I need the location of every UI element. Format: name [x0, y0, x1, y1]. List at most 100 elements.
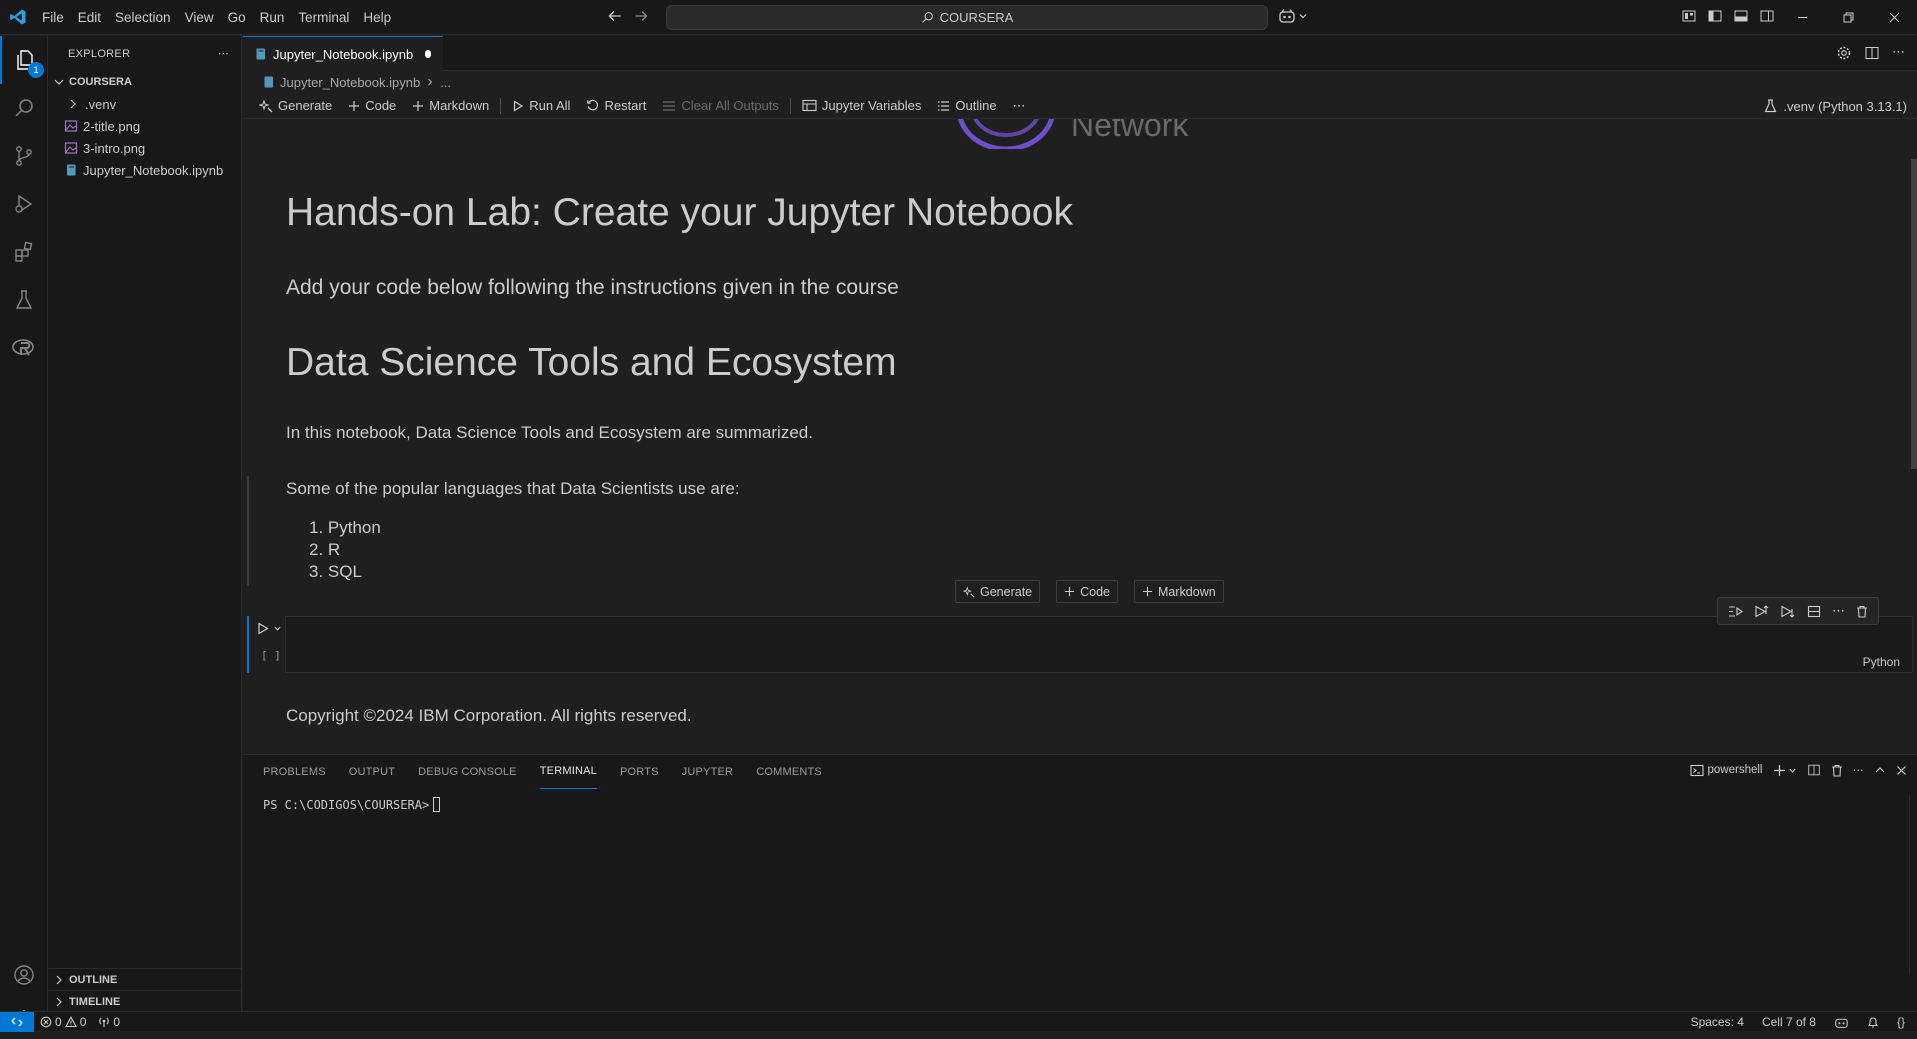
close-window-icon[interactable]: [1871, 0, 1917, 35]
explorer-icon[interactable]: 1: [0, 36, 48, 84]
kernel-label: .venv (Python 3.13.1): [1783, 98, 1907, 114]
insert-markdown-button[interactable]: Markdown: [1134, 580, 1224, 603]
menu-go[interactable]: Go: [221, 0, 253, 35]
menu-run[interactable]: Run: [253, 0, 292, 35]
search-view-icon[interactable]: [0, 84, 48, 132]
cell-language-label[interactable]: Python: [1863, 655, 1900, 669]
insert-generate-button[interactable]: Generate: [955, 580, 1041, 603]
testing-flask-icon[interactable]: [0, 276, 48, 324]
ports-status[interactable]: 0: [92, 1015, 126, 1029]
tab-jupyter-notebook[interactable]: Jupyter_Notebook.ipynb: [243, 36, 443, 71]
menu-help[interactable]: Help: [356, 0, 398, 35]
clear-all-outputs-button[interactable]: Clear All Outputs: [654, 95, 787, 117]
outline-header[interactable]: OUTLINE: [48, 969, 242, 991]
source-control-icon[interactable]: [0, 132, 48, 180]
notebook-scrollbar[interactable]: [1911, 159, 1917, 469]
menu-file[interactable]: File: [35, 0, 71, 35]
tab-terminal[interactable]: TERMINAL: [539, 755, 597, 789]
chevron-down-icon[interactable]: [1788, 766, 1797, 775]
toolbar-more-button[interactable]: ⋯: [1005, 95, 1034, 117]
run-by-line-icon[interactable]: [1728, 605, 1743, 618]
delete-cell-trash-icon[interactable]: [1856, 605, 1868, 618]
more-actions-icon[interactable]: ⋯: [1853, 763, 1865, 777]
copilot-status-icon[interactable]: [1828, 1016, 1855, 1029]
tree-item-venv[interactable]: .venv: [48, 93, 241, 115]
run-all-button[interactable]: Run All: [504, 95, 578, 117]
code-cell-focus-indicator: [247, 616, 249, 673]
notebook-settings-gear-icon[interactable]: [1836, 45, 1852, 61]
chevron-down-icon[interactable]: [273, 624, 282, 633]
tab-comments[interactable]: COMMENTS: [756, 755, 822, 789]
run-cell-button[interactable]: [257, 622, 282, 635]
tab-debug-console[interactable]: DEBUG CONSOLE: [418, 755, 517, 789]
kernel-picker[interactable]: .venv (Python 3.13.1): [1764, 96, 1907, 116]
toggle-secondary-sidebar-icon[interactable]: [1759, 8, 1775, 24]
menu-edit[interactable]: Edit: [71, 0, 108, 35]
notebook-toolbar: Generate Code Markdown Run All Restart C…: [243, 93, 1917, 119]
unsaved-dot-icon[interactable]: [425, 50, 431, 58]
toggle-primary-sidebar-icon[interactable]: [1707, 8, 1723, 24]
breadcrumb-more[interactable]: ...: [440, 75, 451, 90]
chevron-right-icon: [66, 97, 80, 111]
chevron-down-icon: [52, 75, 66, 89]
more-actions-icon[interactable]: ⋯: [1832, 603, 1845, 619]
code-cell: [ ] Python ⋯: [247, 597, 1913, 673]
generate-button[interactable]: Generate: [251, 95, 340, 117]
tab-jupyter[interactable]: JUPYTER: [682, 755, 734, 789]
kill-terminal-trash-icon[interactable]: [1831, 764, 1843, 777]
run-debug-icon[interactable]: [0, 180, 48, 228]
add-markdown-cell-button[interactable]: Markdown: [404, 95, 497, 117]
tree-item-2-title[interactable]: 2-title.png: [48, 115, 241, 137]
command-center-search[interactable]: COURSERA: [666, 5, 1268, 30]
notifications-bell-icon[interactable]: [1861, 1016, 1885, 1029]
terminal-output[interactable]: PS C:\CODIGOS\COURSERA>: [263, 797, 441, 812]
more-actions-icon[interactable]: ⋯: [1892, 45, 1905, 61]
language-braces-status[interactable]: {}: [1891, 1015, 1911, 1029]
breadcrumb-file[interactable]: Jupyter_Notebook.ipynb: [280, 75, 420, 90]
restore-icon[interactable]: [1825, 0, 1871, 35]
outline-button[interactable]: Outline: [929, 95, 1004, 117]
tab-problems[interactable]: PROBLEMS: [263, 755, 326, 789]
restart-kernel-button[interactable]: Restart: [578, 95, 654, 117]
terminal-shell-selector[interactable]: powershell: [1689, 764, 1763, 777]
split-editor-icon[interactable]: [1864, 45, 1880, 61]
jupyter-variables-button[interactable]: Jupyter Variables: [794, 95, 929, 117]
insert-code-button[interactable]: Code: [1056, 580, 1119, 603]
maximize-panel-chevron-up-icon[interactable]: [1874, 764, 1886, 776]
split-terminal-icon[interactable]: [1807, 763, 1821, 777]
execute-above-icon[interactable]: [1754, 604, 1769, 618]
menu-selection[interactable]: Selection: [108, 0, 178, 35]
execute-below-icon[interactable]: [1780, 605, 1795, 618]
tab-output[interactable]: OUTPUT: [349, 755, 395, 789]
remote-indicator-icon[interactable]: [0, 1011, 34, 1032]
back-arrow-icon[interactable]: [606, 7, 624, 25]
forward-arrow-icon[interactable]: [632, 7, 650, 25]
toggle-panel-icon[interactable]: [1733, 8, 1749, 24]
tab-ports[interactable]: PORTS: [620, 755, 659, 789]
tree-item-notebook[interactable]: Jupyter_Notebook.ipynb: [48, 159, 241, 181]
customize-layout-icon[interactable]: [1681, 8, 1697, 24]
insert-generate-label: Generate: [980, 584, 1033, 599]
menu-view[interactable]: View: [178, 0, 221, 35]
tree-item-3-intro[interactable]: 3-intro.png: [48, 137, 241, 159]
more-actions-icon[interactable]: ⋯: [218, 47, 229, 60]
extensions-icon[interactable]: [0, 228, 48, 276]
timeline-header[interactable]: TIMELINE: [48, 991, 242, 1013]
folder-header[interactable]: COURSERA: [48, 71, 241, 93]
add-code-cell-button[interactable]: Code: [340, 95, 404, 117]
r-extension-icon[interactable]: [0, 324, 48, 372]
terminal-scrollbar[interactable]: [1909, 795, 1917, 975]
title-bar: File Edit Selection View Go Run Terminal…: [0, 0, 1917, 35]
code-cell-editor[interactable]: Python: [285, 616, 1913, 673]
menu-terminal[interactable]: Terminal: [291, 0, 356, 35]
notebook-editor: Network Hands-on Lab: Create your Jupyte…: [243, 119, 1917, 754]
minimize-icon[interactable]: [1779, 0, 1825, 35]
account-icon[interactable]: [0, 951, 48, 999]
new-terminal-plus-icon[interactable]: [1773, 764, 1786, 777]
close-panel-icon[interactable]: [1896, 765, 1907, 776]
split-cell-icon[interactable]: [1807, 605, 1821, 618]
indentation-status[interactable]: Spaces: 4: [1685, 1015, 1750, 1029]
cell-position-status[interactable]: Cell 7 of 8: [1756, 1015, 1822, 1029]
copilot-button[interactable]: [1278, 8, 1308, 24]
problems-status[interactable]: 0 0: [34, 1015, 92, 1029]
